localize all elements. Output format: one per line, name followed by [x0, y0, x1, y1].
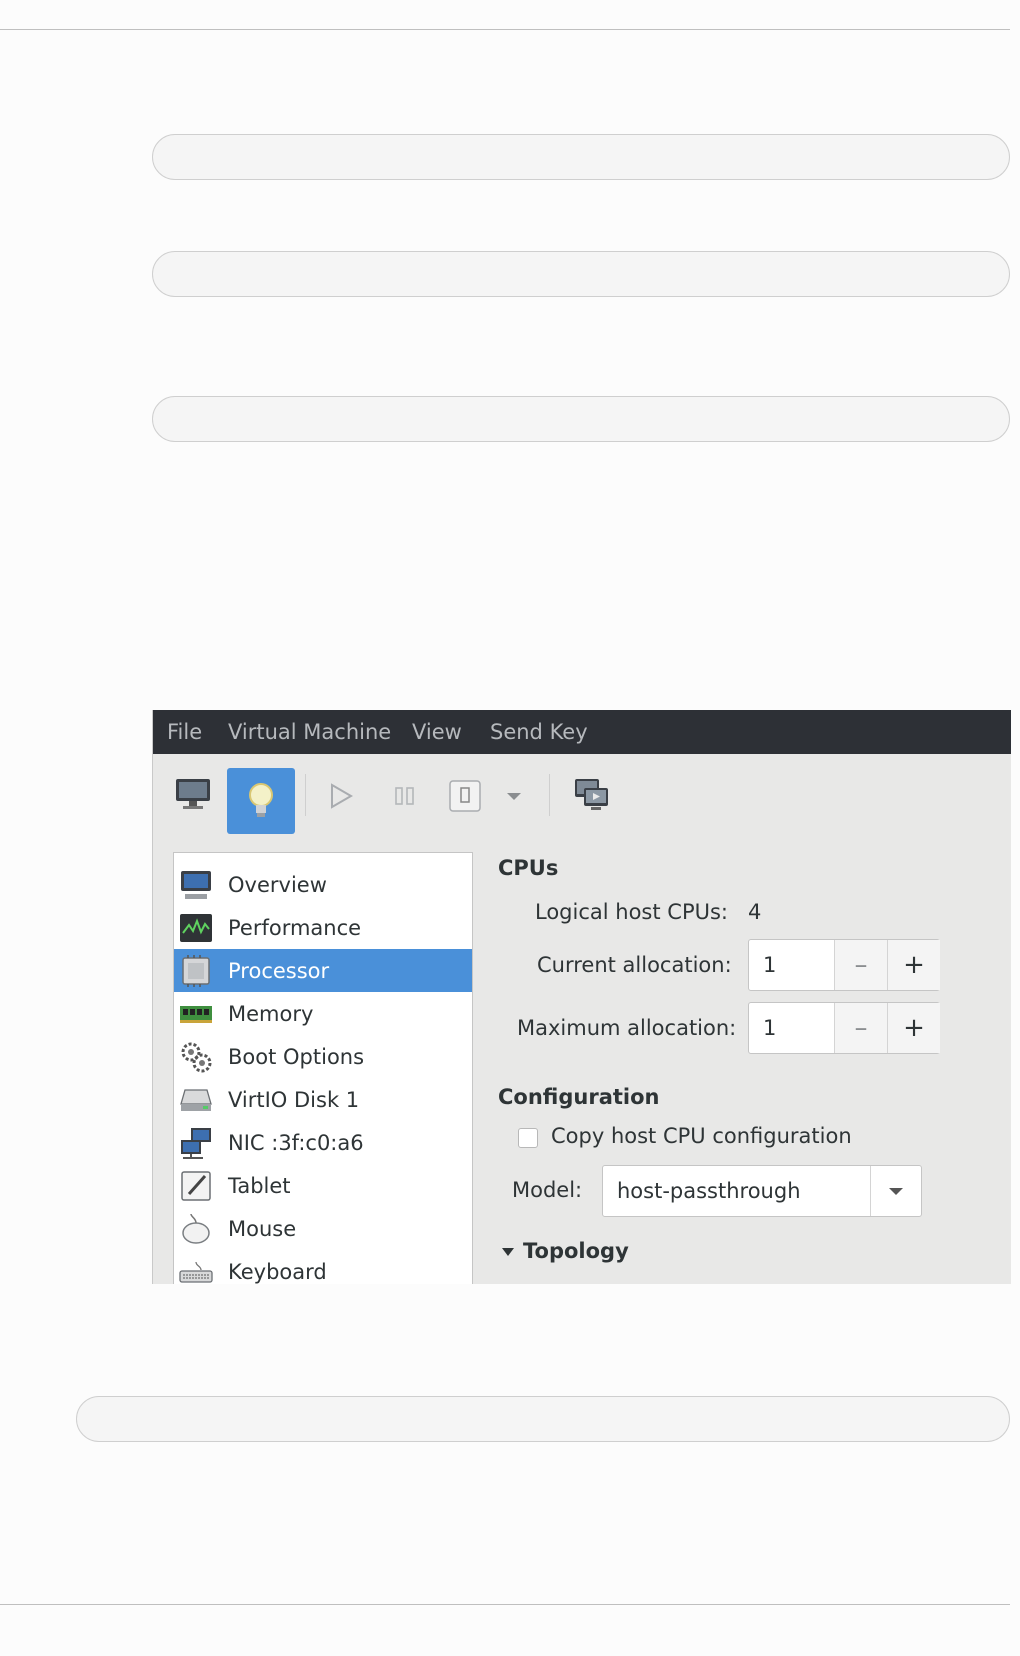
sidebar-item-label: Memory [228, 1001, 314, 1026]
performance-graph-icon [178, 910, 214, 946]
play-icon [331, 783, 353, 809]
tablet-icon [178, 1168, 214, 1204]
maximum-allocation-decrement[interactable]: – [834, 1003, 887, 1053]
maximum-allocation-spinner: 1 – + [748, 1002, 940, 1054]
mouse-icon [178, 1211, 214, 1247]
code-block-4 [76, 1396, 1010, 1442]
chevron-down-icon [889, 1188, 903, 1195]
vm-details-window: File Virtual Machine View Send Key Overv… [152, 710, 1011, 1284]
pause-icon [395, 787, 414, 805]
model-combobox[interactable]: host-passthrough [602, 1165, 922, 1217]
cpus-heading: CPUs [498, 856, 559, 880]
keyboard-icon [178, 1254, 214, 1285]
code-block-2 [152, 251, 1010, 297]
chevron-down-icon [507, 793, 521, 800]
shutdown-menu-button[interactable] [499, 780, 529, 812]
sidebar-item-label: Boot Options [228, 1044, 365, 1069]
disk-icon [178, 1082, 214, 1118]
topology-heading: Topology [523, 1239, 629, 1263]
logical-cpus-value: 4 [748, 900, 762, 924]
maximum-allocation-value[interactable]: 1 [763, 1003, 776, 1053]
sidebar-item-tablet[interactable]: Tablet [174, 1164, 472, 1207]
sidebar-item-nic[interactable]: NIC :3f:c0:a6 [174, 1121, 472, 1164]
current-allocation-decrement[interactable]: – [834, 940, 887, 990]
sidebar-item-label: NIC :3f:c0:a6 [228, 1130, 364, 1155]
current-allocation-value[interactable]: 1 [763, 940, 776, 990]
current-allocation-label: Current allocation: [537, 953, 732, 977]
menu-virtual-machine[interactable]: Virtual Machine [228, 710, 391, 754]
hardware-list: Overview Performance Processor Memory Bo… [173, 852, 473, 1284]
current-allocation-increment[interactable]: + [887, 940, 940, 990]
top-rule [0, 29, 1010, 30]
monitor-icon [176, 779, 210, 809]
sidebar-item-boot-options[interactable]: Boot Options [174, 1035, 472, 1078]
sidebar-item-performance[interactable]: Performance [174, 906, 472, 949]
details-button[interactable] [227, 768, 295, 834]
toolbar [153, 754, 1011, 834]
maximum-allocation-increment[interactable]: + [887, 1003, 940, 1053]
screens-icon [575, 779, 608, 810]
model-label: Model: [512, 1178, 583, 1202]
console-button[interactable] [169, 768, 217, 820]
expander-arrow-icon [502, 1248, 514, 1256]
sidebar-item-label: Overview [228, 872, 327, 897]
configuration-heading: Configuration [498, 1085, 660, 1109]
sidebar-item-virtio-disk[interactable]: VirtIO Disk 1 [174, 1078, 472, 1121]
memory-module-icon [178, 996, 214, 1032]
sidebar-item-label: Performance [228, 915, 362, 940]
sidebar-item-mouse[interactable]: Mouse [174, 1207, 472, 1250]
shutdown-button[interactable] [445, 774, 485, 818]
toolbar-separator [305, 774, 306, 816]
menubar: File Virtual Machine View Send Key [153, 710, 1011, 754]
logical-cpus-label: Logical host CPUs: [535, 900, 728, 924]
topology-expander[interactable]: Topology [501, 1239, 629, 1263]
menu-view[interactable]: View [412, 710, 462, 754]
copy-host-cpu-checkbox[interactable] [518, 1128, 538, 1148]
network-icon [178, 1125, 214, 1161]
sidebar-item-label: VirtIO Disk 1 [228, 1087, 360, 1112]
gears-icon [178, 1039, 214, 1075]
pause-button[interactable] [385, 774, 425, 818]
processor-chip-icon [178, 953, 214, 989]
model-dropdown-button[interactable] [870, 1166, 921, 1216]
run-button[interactable] [321, 774, 361, 818]
menu-file[interactable]: File [167, 710, 202, 754]
fullscreen-button[interactable] [569, 772, 615, 818]
sidebar-item-label: Keyboard [228, 1259, 327, 1284]
menu-send-key[interactable]: Send Key [490, 710, 588, 754]
current-allocation-spinner: 1 – + [748, 939, 940, 991]
sidebar-item-processor[interactable]: Processor [174, 949, 472, 992]
toolbar-separator-2 [549, 774, 550, 816]
model-value[interactable]: host-passthrough [617, 1166, 801, 1216]
lightbulb-icon [249, 783, 273, 817]
sidebar-item-label: Processor [228, 958, 330, 983]
overview-monitor-icon [178, 867, 214, 903]
sidebar-item-memory[interactable]: Memory [174, 992, 472, 1035]
bottom-rule [0, 1604, 1010, 1605]
sidebar-item-keyboard[interactable]: Keyboard [174, 1250, 472, 1284]
copy-host-cpu-label[interactable]: Copy host CPU configuration [551, 1124, 852, 1148]
maximum-allocation-label: Maximum allocation: [517, 1016, 737, 1040]
code-block-3 [152, 396, 1010, 442]
sidebar-item-label: Tablet [228, 1173, 291, 1198]
power-icon [449, 780, 481, 812]
code-block-1 [152, 134, 1010, 180]
sidebar-item-overview[interactable]: Overview [174, 863, 472, 906]
sidebar-item-label: Mouse [228, 1216, 297, 1241]
